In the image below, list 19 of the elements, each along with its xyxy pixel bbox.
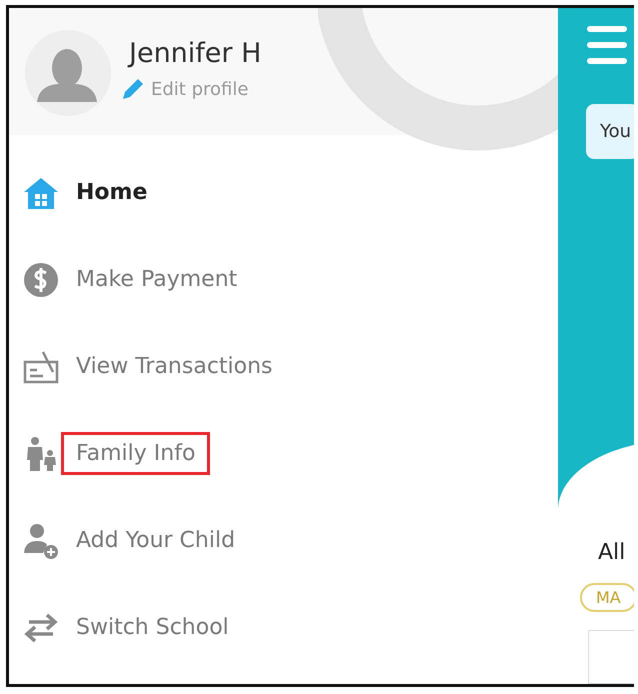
dollar-icon [23,262,59,298]
avatar-icon [25,30,111,116]
menu-item[interactable]: Home [9,149,558,236]
menu-item[interactable]: Add Your Child [9,497,558,584]
menu-item[interactable]: View Transactions [9,323,558,410]
add-user-icon [23,522,59,558]
pencil-icon [121,77,145,101]
menu-item[interactable]: Switch School [9,584,558,671]
section-title: All [598,540,626,565]
edit-profile-link[interactable]: Edit profile [121,77,262,101]
cheque-icon [23,350,59,384]
menu-item[interactable]: Family Info [9,410,558,497]
house-icon [23,176,59,210]
menu-icon[interactable] [586,24,628,66]
menu-item[interactable]: Make Payment [9,236,558,323]
profile-name: Jennifer H [129,38,262,69]
notice-banner: You [586,104,634,159]
filter-chip[interactable]: MA [580,583,634,612]
swap-arrows-icon [23,612,59,642]
